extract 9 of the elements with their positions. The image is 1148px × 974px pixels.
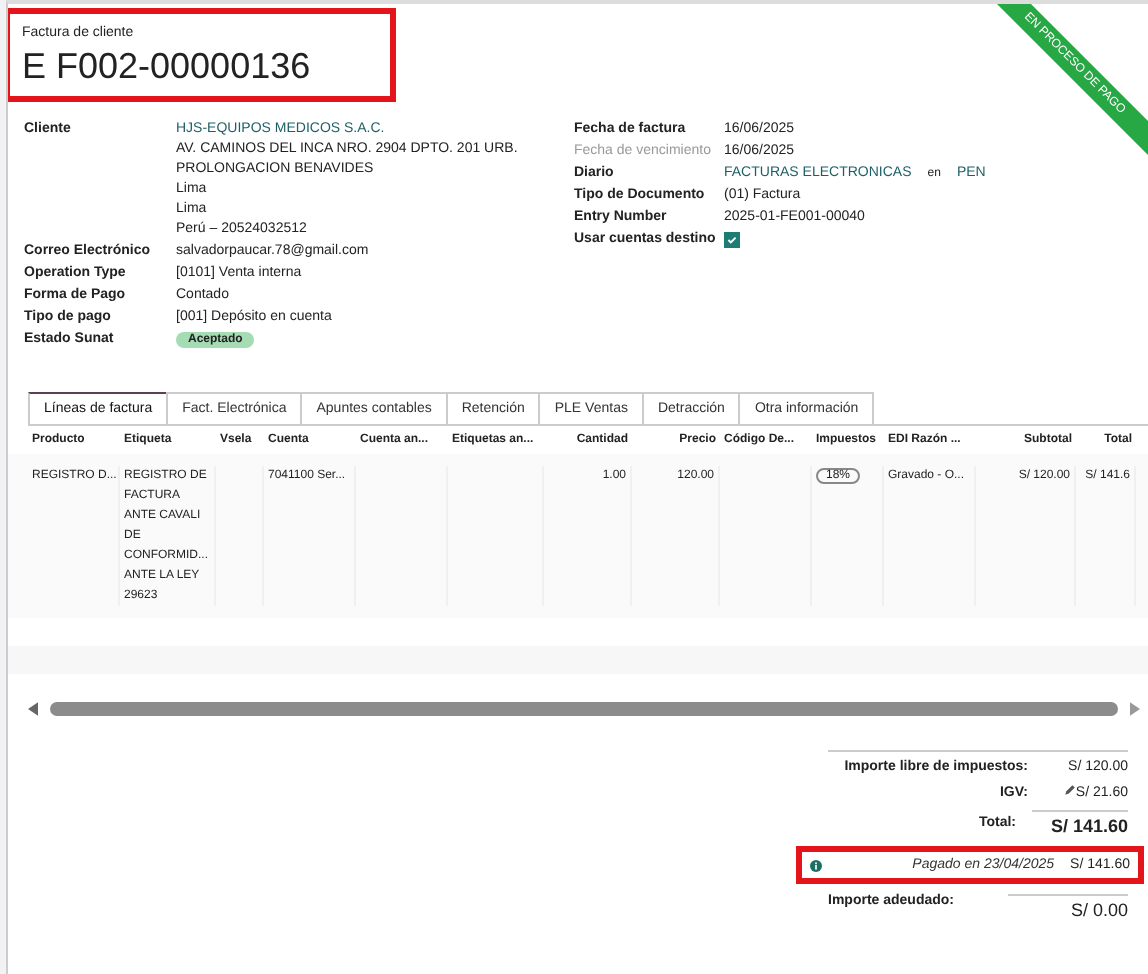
- pencil-icon[interactable]: [1063, 784, 1076, 796]
- scroll-left-icon[interactable]: [28, 701, 38, 715]
- scroll-right-icon[interactable]: [1130, 701, 1140, 715]
- total-value: S/ 141.60: [1032, 810, 1128, 836]
- info-icon[interactable]: [810, 859, 822, 871]
- amount-due-value: S/ 0.00: [1008, 894, 1128, 920]
- invoice-number: E F002-00000136: [22, 46, 311, 88]
- checkbox[interactable]: [724, 232, 740, 248]
- horizontal-scrollbar[interactable]: [28, 698, 1140, 718]
